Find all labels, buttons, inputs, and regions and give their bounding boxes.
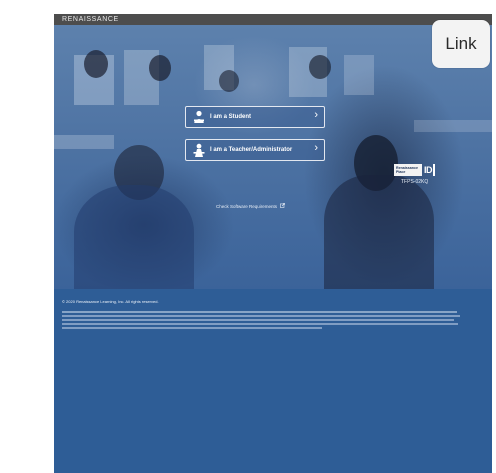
- monitor-shape: [344, 55, 374, 95]
- desk-shape: [414, 120, 492, 132]
- student-label: I am a Student: [210, 114, 252, 120]
- logo-bar: [433, 164, 435, 176]
- renaissance-place-id-logo: Renaissance Place ID: [394, 164, 435, 176]
- software-requirements-label: Check Software Requirements: [216, 204, 278, 209]
- teacher-login-button[interactable]: I am a Teacher/Administrator ›: [185, 139, 325, 161]
- legal-notice: [62, 310, 462, 331]
- link-badge[interactable]: Link: [432, 20, 490, 68]
- hero-background: I am a Student › I am a Teacher/Administ…: [54, 25, 492, 289]
- head-silhouette: [219, 70, 239, 92]
- legal-line: [62, 315, 460, 317]
- app-frame: RENAISSANCE I am a Student › I am a Teac…: [54, 14, 492, 473]
- external-link-icon: [280, 203, 286, 209]
- teacher-icon: [190, 141, 208, 159]
- body-silhouette: [324, 175, 434, 289]
- site-code: TFPS-02KQ: [401, 179, 429, 185]
- body-silhouette: [74, 185, 194, 289]
- brand-logo: RENAISSANCE: [62, 16, 119, 23]
- top-bar: RENAISSANCE: [54, 14, 492, 25]
- legal-line: [62, 327, 322, 329]
- head-silhouette: [84, 50, 108, 78]
- legal-line: [62, 323, 458, 325]
- software-requirements-link[interactable]: Check Software Requirements: [216, 203, 286, 209]
- chevron-right-icon: ›: [314, 142, 318, 154]
- student-login-button[interactable]: I am a Student ›: [185, 106, 325, 128]
- chevron-right-icon: ›: [314, 109, 318, 121]
- copyright-text: © 2020 Renaissance Learning, Inc. All ri…: [62, 299, 159, 304]
- legal-line: [62, 319, 454, 321]
- teacher-label: I am a Teacher/Administrator: [210, 147, 293, 153]
- student-icon: [190, 108, 208, 126]
- desk-shape: [54, 135, 114, 149]
- logo-box: Renaissance Place: [394, 164, 422, 176]
- logo-id-text: ID: [424, 165, 433, 175]
- head-silhouette: [309, 55, 331, 79]
- legal-line: [62, 311, 457, 313]
- head-silhouette: [149, 55, 171, 81]
